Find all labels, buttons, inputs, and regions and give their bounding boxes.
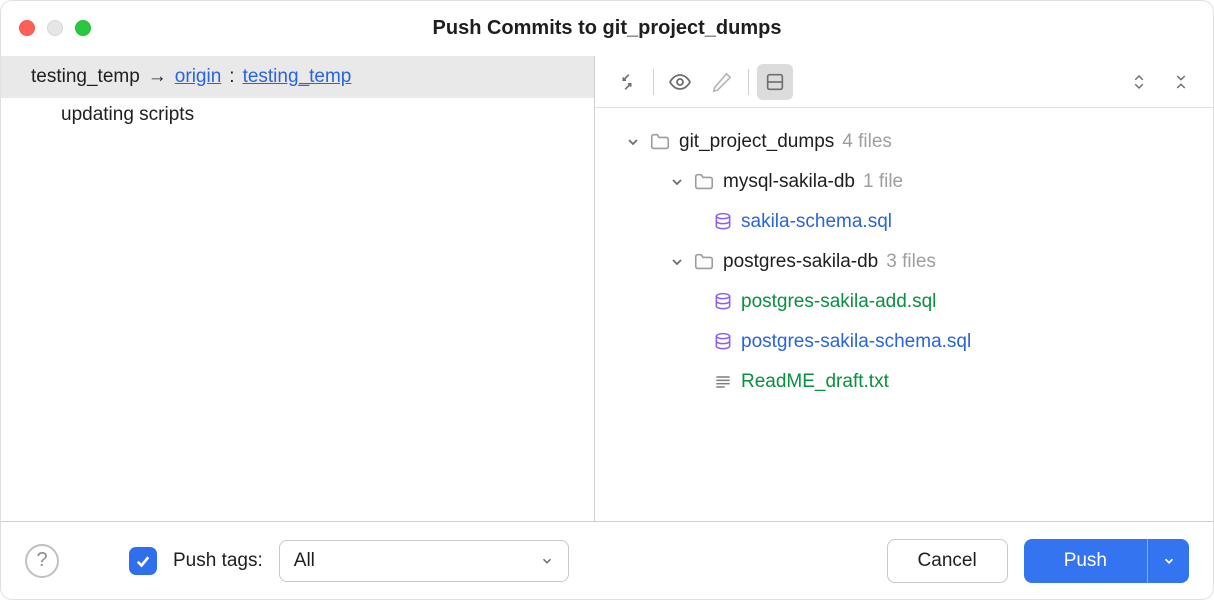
commit-item[interactable]: updating scripts bbox=[1, 98, 594, 132]
tags-filter-select[interactable]: All bbox=[279, 540, 569, 582]
toolbar-divider bbox=[748, 69, 749, 95]
local-branch-label: testing_temp bbox=[31, 66, 140, 88]
chevron-down-icon bbox=[540, 554, 554, 568]
expand-icon[interactable] bbox=[1121, 64, 1157, 100]
tree-file-label: ReadME_draft.txt bbox=[741, 371, 889, 393]
push-tags-checkbox[interactable] bbox=[129, 547, 157, 575]
folder-icon bbox=[693, 251, 715, 273]
files-toolbar bbox=[595, 56, 1213, 108]
collapse-icon[interactable] bbox=[1163, 64, 1199, 100]
chevron-down-icon bbox=[669, 174, 685, 190]
database-icon bbox=[713, 292, 733, 312]
close-window-button[interactable] bbox=[19, 20, 35, 36]
titlebar: Push Commits to git_project_dumps bbox=[1, 1, 1213, 55]
tree-folder-hint: 1 file bbox=[863, 171, 903, 193]
compare-arrows-icon[interactable] bbox=[609, 64, 645, 100]
remote-branch-link[interactable]: testing_temp bbox=[243, 66, 352, 88]
eye-icon[interactable] bbox=[662, 64, 698, 100]
tree-folder-label: postgres-sakila-db bbox=[723, 251, 878, 273]
minimize-window-button[interactable] bbox=[47, 20, 63, 36]
arrow-glyph: → bbox=[148, 66, 167, 88]
tree-folder-hint: 4 files bbox=[842, 131, 892, 153]
tree-file-item[interactable]: postgres-sakila-schema.sql bbox=[605, 322, 1203, 362]
tags-filter-value: All bbox=[294, 550, 315, 572]
push-options-button[interactable] bbox=[1147, 539, 1189, 583]
tree-folder-label: git_project_dumps bbox=[679, 131, 834, 153]
tree-folder-mysql[interactable]: mysql-sakila-db 1 file bbox=[605, 162, 1203, 202]
remote-link[interactable]: origin bbox=[175, 66, 221, 88]
tree-folder-hint: 3 files bbox=[886, 251, 936, 273]
push-tags-label: Push tags: bbox=[173, 550, 263, 572]
cancel-button[interactable]: Cancel bbox=[887, 539, 1008, 583]
tree-file-item[interactable]: sakila-schema.sql bbox=[605, 202, 1203, 242]
dialog-footer: ? Push tags: All Cancel Push bbox=[1, 521, 1213, 599]
group-by-directory-icon[interactable] bbox=[757, 64, 793, 100]
toolbar-divider bbox=[653, 69, 654, 95]
push-button[interactable]: Push bbox=[1024, 539, 1147, 583]
database-icon bbox=[713, 212, 733, 232]
tree-folder-label: mysql-sakila-db bbox=[723, 171, 855, 193]
tree-folder-root[interactable]: git_project_dumps 4 files bbox=[605, 122, 1203, 162]
database-icon bbox=[713, 332, 733, 352]
cancel-button-label: Cancel bbox=[918, 550, 977, 572]
tree-file-label: postgres-sakila-schema.sql bbox=[741, 331, 971, 353]
chevron-down-icon bbox=[625, 134, 641, 150]
colon-label: : bbox=[229, 66, 234, 88]
text-file-icon bbox=[713, 372, 733, 392]
tree-file-label: postgres-sakila-add.sql bbox=[741, 291, 936, 313]
folder-icon bbox=[649, 131, 671, 153]
tree-folder-postgres[interactable]: postgres-sakila-db 3 files bbox=[605, 242, 1203, 282]
tree-file-label: sakila-schema.sql bbox=[741, 211, 892, 233]
branch-selector-row[interactable]: testing_temp → origin : testing_temp bbox=[1, 56, 594, 98]
file-tree: git_project_dumps 4 files mysql-sakila-d… bbox=[595, 108, 1213, 521]
chevron-down-icon bbox=[1162, 554, 1176, 568]
window-title: Push Commits to git_project_dumps bbox=[433, 17, 782, 40]
help-button[interactable]: ? bbox=[25, 544, 59, 578]
push-split-button: Push bbox=[1024, 539, 1189, 583]
push-button-label: Push bbox=[1064, 550, 1107, 572]
tree-file-item[interactable]: ReadME_draft.txt bbox=[605, 362, 1203, 402]
folder-icon bbox=[693, 171, 715, 193]
commits-pane: testing_temp → origin : testing_temp upd… bbox=[1, 56, 595, 521]
window-controls bbox=[19, 20, 91, 36]
zoom-window-button[interactable] bbox=[75, 20, 91, 36]
chevron-down-icon bbox=[669, 254, 685, 270]
tree-file-item[interactable]: postgres-sakila-add.sql bbox=[605, 282, 1203, 322]
edit-icon[interactable] bbox=[704, 64, 740, 100]
